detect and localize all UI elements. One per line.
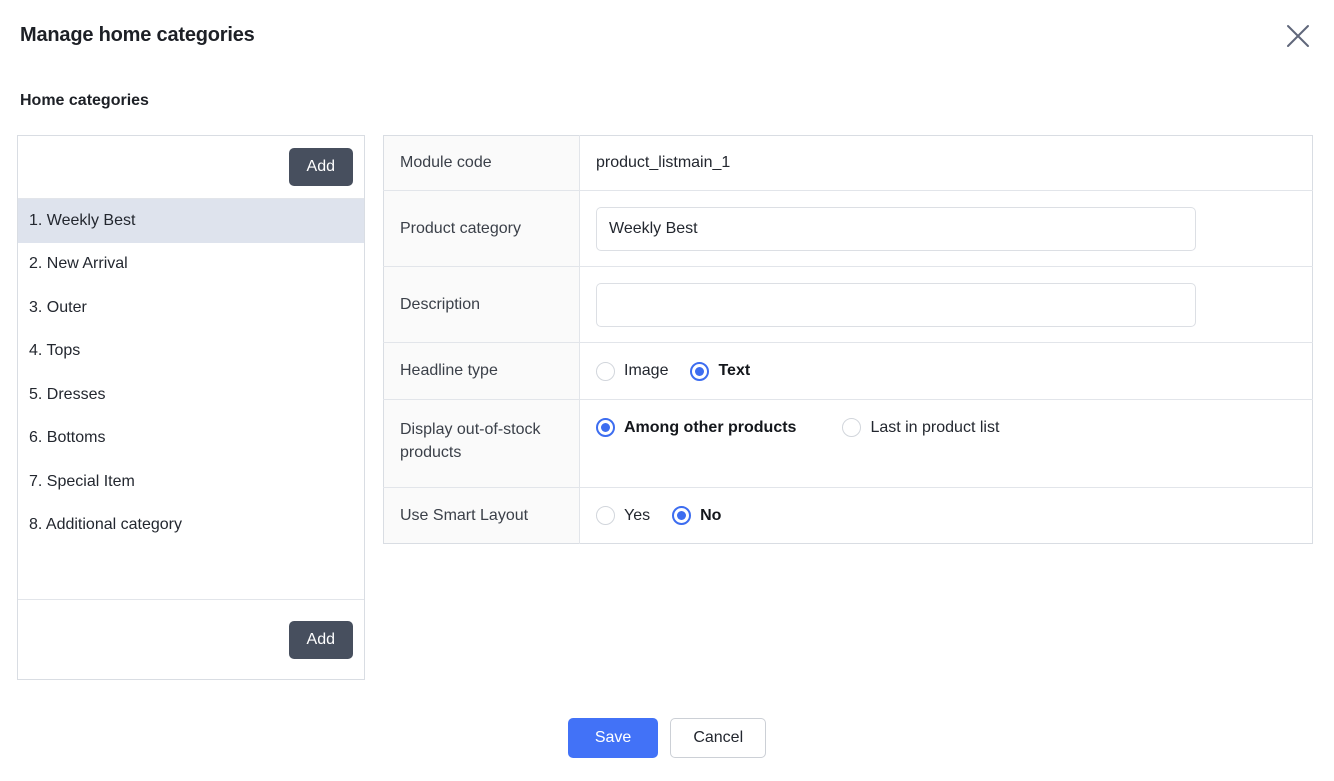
table-row-display-out-of-stock: Display out-of-stock products Among othe… (383, 399, 1313, 488)
list-item-label: 7. Special Item (29, 472, 135, 490)
radio-mark-icon (672, 506, 692, 525)
list-item-label: 5. Dresses (29, 385, 106, 403)
list-toolbar-bottom: Add (18, 599, 364, 679)
radio-smart-layout-yes[interactable]: Yes (596, 506, 650, 525)
home-categories-list-panel: Add 1. Weekly Best 2. New Arrival 3. Out… (17, 135, 365, 680)
list-item-label: 3. Outer (29, 298, 87, 316)
radio-headline-image[interactable]: Image (596, 361, 669, 381)
close-button[interactable] (1276, 14, 1320, 58)
table-row-product-category: Product category (383, 190, 1313, 267)
value-module-code: product_listmain_1 (596, 154, 731, 171)
add-category-button-top[interactable]: Add (288, 148, 353, 186)
radio-label: Text (718, 362, 751, 379)
radio-label: Image (624, 362, 669, 379)
list-item[interactable]: 4. Tops (18, 330, 364, 374)
label-display-out-of-stock: Display out-of-stock products (383, 399, 580, 488)
list-item-label: 4. Tops (29, 342, 81, 360)
add-category-button-bottom[interactable]: Add (288, 620, 353, 659)
display-out-of-stock-radio-group: Among other products Last in product lis… (596, 418, 1296, 437)
label-description: Description (383, 266, 580, 343)
headline-type-radio-group: Image Text (596, 361, 1296, 381)
list-item-label: 6. Bottoms (29, 429, 106, 447)
manage-home-categories-dialog: Manage home categories Home categories A… (0, 0, 1334, 781)
radio-mark-icon (596, 418, 615, 437)
use-smart-layout-radio-group: Yes No (596, 506, 1296, 525)
category-list: 1. Weekly Best 2. New Arrival 3. Outer 4… (18, 199, 364, 599)
radio-label: Last in product list (870, 418, 1000, 436)
list-item[interactable]: 7. Special Item (18, 460, 364, 504)
table-row-headline-type: Headline type Image Text (383, 342, 1313, 400)
radio-label: No (700, 506, 722, 524)
radio-label: Yes (624, 506, 651, 524)
list-item[interactable]: 1. Weekly Best (18, 199, 364, 243)
table-row-description: Description (383, 266, 1313, 343)
label-product-category: Product category (383, 190, 580, 267)
radio-mark-icon (690, 361, 710, 381)
radio-mark-icon (842, 418, 862, 437)
label-headline-type: Headline type (383, 342, 580, 400)
label-module-code: Module code (383, 135, 580, 191)
dialog-footer: Save Cancel (0, 718, 1334, 758)
close-icon (1285, 23, 1311, 49)
description-input[interactable] (596, 282, 1196, 327)
list-item-label: 8. Additional category (29, 516, 182, 534)
product-category-input[interactable] (596, 206, 1196, 251)
list-item[interactable]: 8. Additional category (18, 504, 364, 548)
list-item[interactable]: 2. New Arrival (18, 243, 364, 287)
radio-mark-icon (596, 361, 615, 381)
category-settings-table: Module code product_listmain_1 Product c… (383, 135, 1313, 544)
table-row-use-smart-layout: Use Smart Layout Yes No (383, 487, 1313, 544)
list-item[interactable]: 3. Outer (18, 286, 364, 330)
list-item[interactable]: 6. Bottoms (18, 417, 364, 461)
label-use-smart-layout: Use Smart Layout (383, 487, 580, 544)
radio-smart-layout-no[interactable]: No (672, 506, 721, 525)
cancel-button[interactable]: Cancel (670, 718, 767, 758)
radio-mark-icon (596, 506, 615, 525)
page-title: Manage home categories (20, 24, 255, 46)
list-toolbar-top: Add (18, 136, 364, 199)
list-item-label: 1. Weekly Best (29, 211, 136, 229)
save-button[interactable]: Save (567, 718, 659, 758)
radio-label: Among other products (624, 418, 797, 436)
radio-last-in-product-list[interactable]: Last in product list (842, 418, 999, 437)
radio-headline-text[interactable]: Text (690, 361, 751, 381)
list-item-label: 2. New Arrival (29, 255, 128, 273)
section-title: Home categories (20, 92, 149, 109)
list-item[interactable]: 5. Dresses (18, 373, 364, 417)
radio-among-other-products[interactable]: Among other products (596, 418, 796, 437)
table-row-module-code: Module code product_listmain_1 (383, 135, 1313, 191)
